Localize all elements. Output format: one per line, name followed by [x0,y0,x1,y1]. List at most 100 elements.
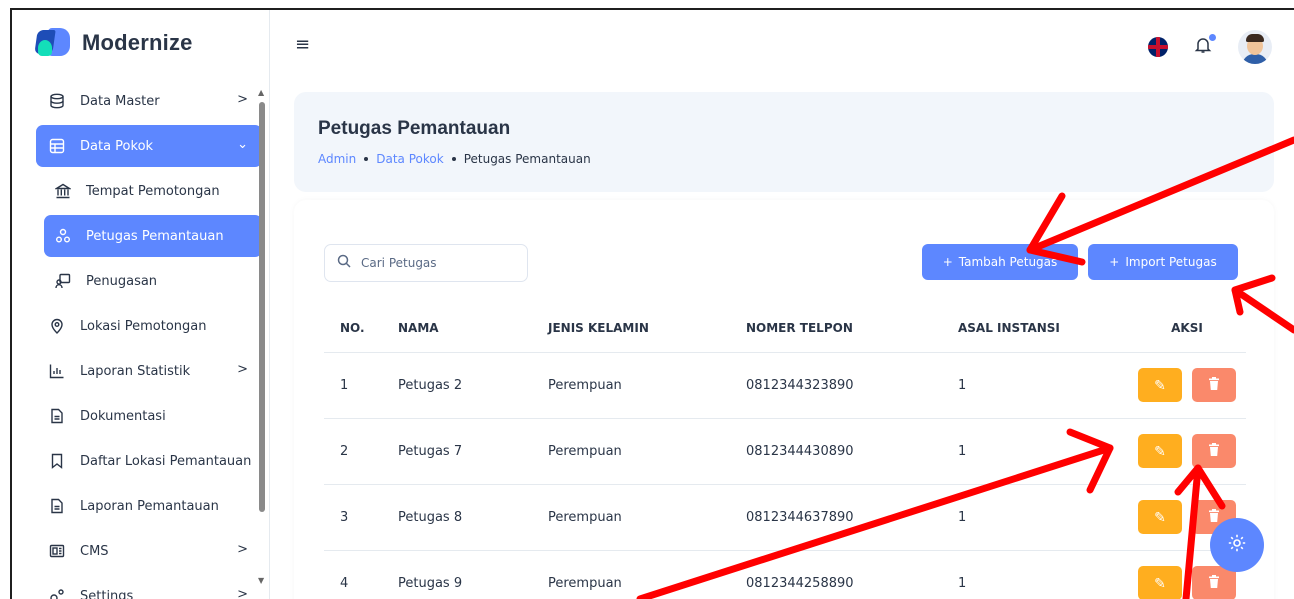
scroll-down-arrow-icon[interactable]: ▼ [258,576,264,585]
search-input[interactable] [361,256,511,270]
pencil-icon: ✎ [1154,376,1166,393]
sidebar-item-laporan-statistik[interactable]: Laporan Statistik > [36,350,262,392]
add-petugas-button[interactable]: + Tambah Petugas [922,244,1078,280]
cell-asal-instansi: 1 [958,352,1128,419]
top-header: ≡ [271,10,1294,82]
sidebar-item-lokasi-pemotongan[interactable]: Lokasi Pemotongan [36,305,262,347]
database-icon [48,92,66,110]
petugas-table-card: + Tambah Petugas + Import Petugas NO. NA… [294,200,1274,599]
sidebar-item-settings[interactable]: Settings > [36,575,262,599]
sidebar-item-cms[interactable]: CMS > [36,530,262,572]
cell-nomer-telpon: 0812344430890 [746,418,958,485]
cell-nomer-telpon: 0812344258890 [746,550,958,599]
trash-icon [1208,575,1220,591]
cell-jenis-kelamin: Perempuan [548,352,746,419]
trash-icon [1208,377,1220,393]
sidebar-item-label: Lokasi Pemotongan [80,318,207,334]
sidebar-item-label: Penugasan [86,273,158,289]
delete-button[interactable] [1192,368,1236,402]
chart-icon [48,362,66,380]
cell-no: 4 [324,550,398,599]
petugas-table: NO. NAMA JENIS KELAMIN NOMER TELPON ASAL… [324,304,1246,599]
import-petugas-button[interactable]: + Import Petugas [1088,244,1238,280]
breadcrumb: Admin Data Pokok Petugas Pemantauan [318,152,591,166]
chevron-right-icon: > [237,362,248,377]
col-header-nama: NAMA [398,304,548,353]
cell-jenis-kelamin: Perempuan [548,484,746,551]
cell-asal-instansi: 1 [958,418,1128,485]
col-header-aksi: AKSI [1128,304,1246,353]
sidebar-item-label: Laporan Pemantauan [80,498,219,514]
sidebar-item-daftar-lokasi-pemantauan[interactable]: Daftar Lokasi Pemantauan [36,440,262,482]
edit-button[interactable]: ✎ [1138,368,1182,402]
sidebar-menu: Data Master > Data Pokok ⌄ Tempat Pemoto… [36,80,262,599]
sidebar-item-penugasan[interactable]: Penugasan [36,260,262,302]
settings-fab-button[interactable] [1210,518,1264,572]
breadcrumb-separator [451,157,456,161]
settings-icon [48,587,66,599]
delete-button[interactable] [1192,434,1236,468]
edit-button[interactable]: ✎ [1138,500,1182,534]
notification-dot [1209,33,1216,41]
cell-asal-instansi: 1 [958,550,1128,599]
file-icon [48,497,66,515]
pencil-icon: ✎ [1154,442,1166,459]
breadcrumb-admin[interactable]: Admin [318,152,356,166]
hamburger-menu-icon[interactable]: ≡ [295,34,310,55]
table-row: 3 Petugas 8 Perempuan 0812344637890 1 ✎ [324,484,1246,551]
assignment-icon [54,272,72,290]
col-header-jenis-kelamin: JENIS KELAMIN [548,304,746,353]
sidebar-item-label: Settings [80,588,134,599]
cell-nomer-telpon: 0812344323890 [746,352,958,419]
brand[interactable]: Modernize [34,28,193,58]
cell-nama: Petugas 9 [398,550,548,599]
bank-icon [54,182,72,200]
table-row: 4 Petugas 9 Perempuan 0812344258890 1 ✎ [324,550,1246,599]
page-title: Petugas Pemantauan [318,118,511,139]
notification-bell-icon[interactable] [1194,33,1216,59]
cell-jenis-kelamin: Perempuan [548,418,746,485]
language-flag-icon[interactable] [1148,37,1168,57]
sidebar-item-data-pokok[interactable]: Data Pokok ⌄ [36,125,262,167]
header-actions [1148,30,1272,64]
chevron-right-icon: > [237,92,248,107]
sidebar-item-label: Daftar Lokasi Pemantauan [80,453,252,469]
cell-nomer-telpon: 0812344637890 [746,484,958,551]
col-header-nomer-telpon: NOMER TELPON [746,304,958,353]
table-icon [48,137,66,155]
bookmark-icon [48,452,66,470]
pencil-icon: ✎ [1154,508,1166,525]
sidebar-scrollbar[interactable]: ▲ ▼ [258,88,266,598]
table-header-row: NO. NAMA JENIS KELAMIN NOMER TELPON ASAL… [324,304,1246,353]
scrollbar-thumb[interactable] [259,102,265,512]
logo-icon [34,28,70,58]
sidebar-item-dokumentasi[interactable]: Dokumentasi [36,395,262,437]
chevron-right-icon: > [237,587,248,599]
chevron-right-icon: > [237,542,248,557]
edit-button[interactable]: ✎ [1138,434,1182,468]
search-box[interactable] [324,244,528,282]
app-window: Modernize Data Master > Data Pokok ⌄ Tem… [10,8,1294,599]
cell-nama: Petugas 8 [398,484,548,551]
breadcrumb-data-pokok[interactable]: Data Pokok [376,152,443,166]
sidebar-item-tempat-pemotongan[interactable]: Tempat Pemotongan [36,170,262,212]
sidebar-item-label: Data Pokok [80,138,154,154]
gear-icon [1227,533,1247,558]
sidebar-item-petugas-pemantauan[interactable]: Petugas Pemantauan [44,215,262,257]
sidebar-item-laporan-pemantauan[interactable]: Laporan Pemantauan [36,485,262,527]
location-icon [48,317,66,335]
breadcrumb-current: Petugas Pemantauan [463,152,591,166]
sidebar: Modernize Data Master > Data Pokok ⌄ Tem… [12,10,270,599]
search-icon [337,254,351,272]
brand-name: Modernize [82,30,193,55]
page-header-card: Petugas Pemantauan Admin Data Pokok Petu… [294,92,1274,192]
scroll-up-arrow-icon[interactable]: ▲ [258,88,264,97]
cell-jenis-kelamin: Perempuan [548,550,746,599]
chevron-down-icon: ⌄ [237,137,248,152]
edit-button[interactable]: ✎ [1138,566,1182,599]
user-avatar[interactable] [1238,30,1272,64]
sidebar-item-label: CMS [80,543,109,559]
cell-aksi: ✎ [1128,352,1246,419]
sidebar-item-data-master[interactable]: Data Master > [36,80,262,122]
users-icon [54,227,72,245]
